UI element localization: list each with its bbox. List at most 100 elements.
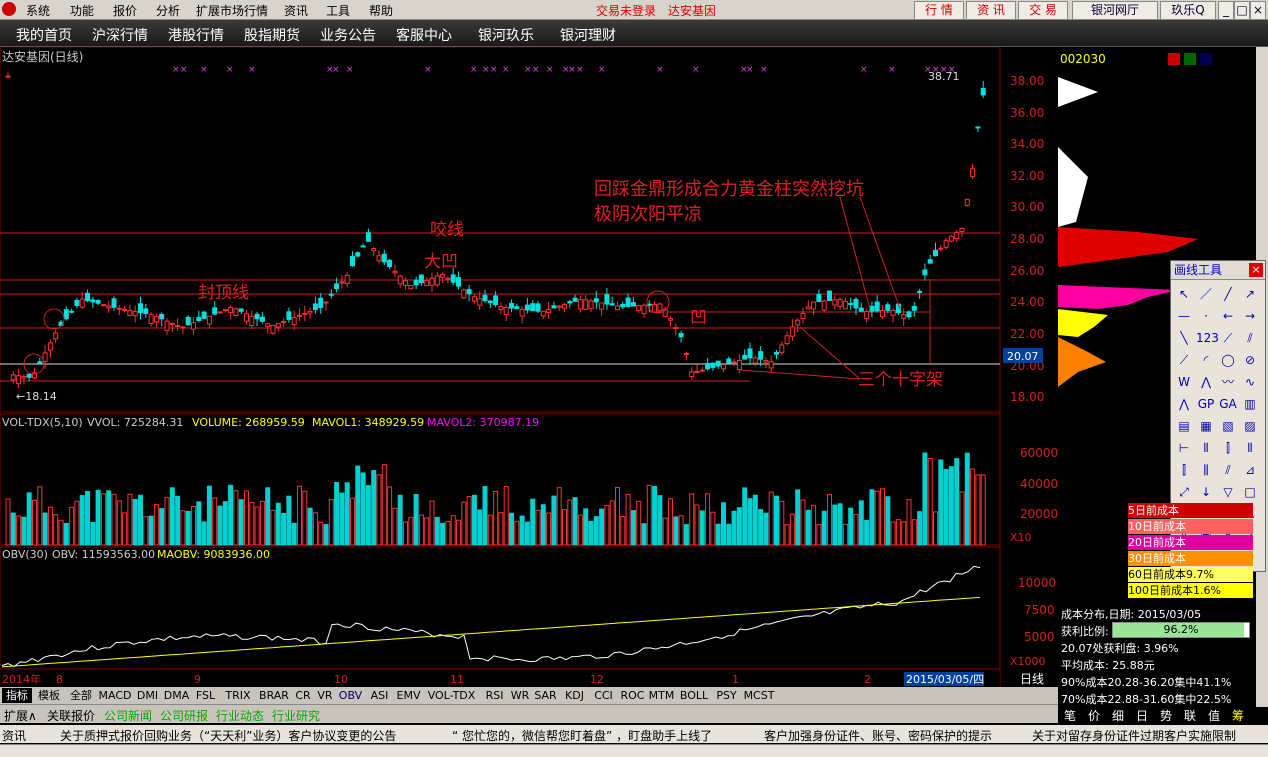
draw-tool-icon[interactable]: ⫼ [1196,460,1216,480]
indicator-tab[interactable]: MACD [98,688,132,703]
draw-tool-icon[interactable]: ⫿ [1174,460,1194,480]
nav-jiule[interactable]: 银河玖乐 [478,25,534,45]
btab-expand[interactable]: 扩展∧ [4,707,37,724]
info-button[interactable]: 资 讯 [966,1,1016,20]
draw-tool-icon[interactable]: ⦀ [1196,438,1216,458]
nav-hk[interactable]: 港股行情 [168,25,224,45]
indicator-tab[interactable]: DMA [163,688,190,703]
menu-info[interactable]: 资讯 [284,2,308,19]
rbtn[interactable]: 价 [1088,707,1100,724]
indicator-tab[interactable]: 全部 [66,688,96,703]
rbtn[interactable]: 联 [1184,707,1196,724]
indicator-tab[interactable]: DMI [134,688,161,703]
indicator-tab[interactable]: VOL-TDX [424,688,479,703]
draw-tool-icon[interactable]: ▤ [1174,416,1194,436]
draw-tool-icon[interactable]: ▨ [1240,416,1260,436]
indicator-tab[interactable]: TRIX [221,688,255,703]
indicator-tab[interactable]: OBV [337,688,364,703]
indicator-tab[interactable]: VR [315,688,335,703]
menu-tools[interactable]: 工具 [326,2,350,19]
indicator-tab[interactable]: BOLL [677,688,711,703]
rbtn[interactable]: 势 [1160,707,1172,724]
draw-tool-icon[interactable]: ↖ [1174,284,1194,304]
close-icon[interactable]: × [1249,263,1263,277]
draw-tool-icon[interactable]: ╱ [1218,284,1238,304]
kuaile-button[interactable]: 玖乐Q [1160,1,1216,20]
indicator-tab[interactable]: EMV [395,688,422,703]
ticker-item[interactable]: 客户加强身份证件、账号、密码保护的提示 [764,727,992,744]
rbtn[interactable]: 日 [1136,707,1148,724]
btab-research[interactable]: 公司研报 [160,707,208,724]
menu-extended-market[interactable]: 扩展市场行情 [196,2,268,19]
trade-button[interactable]: 交 易 [1018,1,1068,20]
indicator-tab[interactable]: ROC [619,688,646,703]
draw-tool-icon[interactable]: GA [1218,394,1238,414]
draw-tool-icon[interactable]: 〰 [1218,372,1238,392]
tool-icon[interactable] [1200,53,1212,65]
menu-help[interactable]: 帮助 [369,2,393,19]
btab-industry-research[interactable]: 行业研究 [272,707,320,724]
draw-tool-icon[interactable]: ▧ [1218,416,1238,436]
login-status[interactable]: 交易未登录 [596,2,656,19]
chart-area[interactable]: 达安基因(日线) × × × × × × × × × × × × × × × × × × × × × × × × × × × × × × ×… [0,46,1058,687]
draw-tool-icon[interactable]: ／ [1196,284,1216,304]
indicator-tab[interactable]: ASI [366,688,393,703]
rbtn[interactable]: 值 [1208,707,1220,724]
draw-tool-icon[interactable]: ▦ [1196,416,1216,436]
draw-tool-icon[interactable]: ◯ [1218,350,1238,370]
draw-tool-icon[interactable]: ⟋ [1174,350,1194,370]
indicator-tab[interactable]: WR [510,688,530,703]
btab-industry[interactable]: 行业动态 [216,707,264,724]
draw-tool-icon[interactable]: ↗ [1240,284,1260,304]
draw-tool-icon[interactable]: ⊘ [1240,350,1260,370]
draw-tool-icon[interactable]: ▥ [1240,394,1260,414]
period-label[interactable]: 日线 [1020,672,1044,686]
nav-hushen[interactable]: 沪深行情 [92,25,148,45]
draw-tool-icon[interactable]: ← [1218,306,1238,326]
ticker-item[interactable]: 关于质押式报价回购业务（“天天利”业务）客户协议变更的公告 [60,727,396,744]
tool-icon[interactable] [1168,53,1180,65]
menu-function[interactable]: 功能 [70,2,94,19]
draw-tool-icon[interactable]: ⦀ [1240,438,1260,458]
maximize-icon[interactable]: □ [1234,1,1250,20]
menu-analysis[interactable]: 分析 [156,2,180,19]
indicator-tab[interactable]: CR [293,688,313,703]
draw-tool-icon[interactable]: ⫽ [1240,328,1260,348]
kline-chart[interactable]: 达安基因(日线) × × × × × ×× × × × × × × × × × ×× × × × × ×× × × × × × × ×… [0,46,1058,687]
draw-tool-icon[interactable]: ⟋ [1218,328,1238,348]
draw-tool-icon[interactable]: □ [1240,482,1260,502]
draw-tool-icon[interactable]: ⫿ [1218,438,1238,458]
indicator-tab[interactable]: KDJ [561,688,588,703]
draw-tool-icon[interactable]: ⤢ [1174,482,1194,502]
indicator-tab[interactable]: MTM [648,688,675,703]
draw-tool-icon[interactable]: ▽ [1218,482,1238,502]
draw-tool-icon[interactable]: → [1240,306,1260,326]
rbtn[interactable]: 筹 [1232,707,1244,724]
close-icon[interactable]: × [1250,1,1266,20]
draw-tool-icon[interactable]: · [1196,306,1216,326]
indicator-tab[interactable]: MCST [742,688,776,703]
draw-tool-icon[interactable]: ⋀ [1174,394,1194,414]
draw-tool-icon[interactable]: ╲ [1174,328,1194,348]
draw-tool-icon[interactable]: ⊢ [1174,438,1194,458]
draw-tool-icon[interactable]: ◜ [1196,350,1216,370]
nav-service[interactable]: 客服中心 [396,25,452,45]
ticker-item[interactable]: 关于对留存身份证件过期客户实施限制 [1032,727,1236,744]
rbtn[interactable]: 笔 [1064,707,1076,724]
draw-tool-icon[interactable]: W [1174,372,1194,392]
draw-tool-icon[interactable]: — [1174,306,1194,326]
indicator-tab[interactable]: RSI [481,688,508,703]
draw-tool-icon[interactable]: ⋀ [1196,372,1216,392]
indicator-tab[interactable]: BRAR [257,688,291,703]
btab-news[interactable]: 公司新闻 [104,707,152,724]
minimize-icon[interactable]: _ [1218,1,1234,20]
nav-licai[interactable]: 银河理财 [560,25,616,45]
indicator-tab[interactable]: CCI [590,688,617,703]
draw-tool-icon[interactable]: ↓ [1196,482,1216,502]
indicator-tab[interactable]: 模板 [34,688,64,703]
menu-system[interactable]: 系统 [26,2,50,19]
tool-icon[interactable] [1184,53,1196,65]
indicator-tab[interactable]: SAR [532,688,559,703]
draw-tool-icon[interactable]: ∿ [1240,372,1260,392]
hall-button[interactable]: 银河网厅 [1072,1,1158,20]
